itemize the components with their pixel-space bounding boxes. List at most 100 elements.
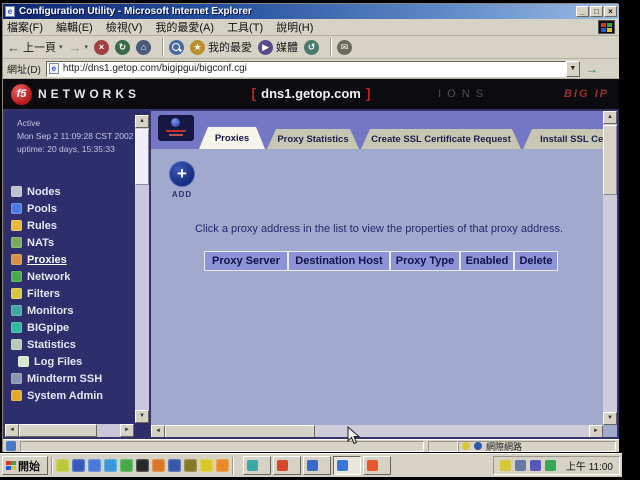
scroll-down-icon[interactable]: ▼ bbox=[603, 412, 617, 425]
scroll-up-icon[interactable]: ▲ bbox=[603, 111, 617, 124]
add-proxy-button[interactable]: + bbox=[169, 161, 195, 187]
quick-launch-icon[interactable] bbox=[104, 459, 117, 472]
sidebar-scroll-thumb[interactable] bbox=[135, 129, 149, 185]
status-bar: 網際網路 bbox=[3, 439, 619, 452]
quick-launch-icon[interactable] bbox=[72, 459, 85, 472]
sidebar-vertical-scrollbar[interactable]: ▲ ▼ bbox=[135, 115, 149, 423]
tray-icon[interactable] bbox=[515, 460, 526, 471]
stop-button[interactable]: × bbox=[94, 40, 109, 55]
history-button[interactable]: ↺ bbox=[304, 40, 319, 55]
menu-help[interactable]: 說明(H) bbox=[276, 19, 313, 35]
sidebar-item-proxies[interactable]: Proxies bbox=[11, 251, 133, 268]
menu-bar: 檔案(F) 編輯(E) 檢視(V) 我的最愛(A) 工具(T) 說明(H) bbox=[3, 19, 619, 36]
main-horizontal-scrollbar[interactable]: ◄ ► bbox=[151, 425, 603, 437]
column-delete: Delete bbox=[514, 251, 558, 271]
address-dropdown-button[interactable]: ▼ bbox=[566, 61, 580, 77]
zone-badge-icon bbox=[462, 442, 470, 450]
search-button[interactable] bbox=[169, 40, 184, 55]
address-label: 網址(D) bbox=[7, 61, 41, 76]
main-scroll-thumb[interactable] bbox=[603, 125, 617, 195]
go-icon[interactable]: → bbox=[586, 62, 598, 76]
column-destination-host: Destination Host bbox=[288, 251, 390, 271]
sidebar-item-nats[interactable]: NATs bbox=[11, 234, 133, 251]
quick-launch-icon[interactable] bbox=[184, 459, 197, 472]
back-button[interactable]: ← 上一頁 ▾ bbox=[7, 39, 63, 55]
tab-create-ssl-certificate-request[interactable]: Create SSL Certificate Request bbox=[361, 129, 521, 149]
system-admin-icon bbox=[11, 390, 22, 401]
sidebar-item-log-files[interactable]: Log Files bbox=[11, 353, 133, 370]
quick-launch-icon[interactable] bbox=[56, 459, 69, 472]
sidebar-item-bigpipe[interactable]: BIGpipe bbox=[11, 319, 133, 336]
taskbar-app-button[interactable] bbox=[363, 456, 391, 475]
quick-launch-icon[interactable] bbox=[88, 459, 101, 472]
refresh-button[interactable]: ↻ bbox=[115, 40, 130, 55]
tab-proxies[interactable]: Proxies bbox=[199, 127, 265, 149]
network-map-icon[interactable] bbox=[158, 115, 194, 141]
menu-tools[interactable]: 工具(T) bbox=[227, 19, 263, 35]
filters-icon bbox=[11, 288, 22, 299]
sidebar-horizontal-scrollbar[interactable]: ◄ ► bbox=[5, 424, 134, 437]
sidebar-item-mindterm-ssh[interactable]: Mindterm SSH bbox=[11, 370, 133, 387]
taskbar-app-button[interactable] bbox=[243, 456, 271, 475]
forward-dropdown-icon[interactable]: ▾ bbox=[85, 43, 89, 51]
quick-launch-bar bbox=[56, 459, 229, 472]
sidebar-item-system-admin[interactable]: System Admin bbox=[11, 387, 133, 404]
zone-label: 網際網路 bbox=[486, 440, 522, 453]
taskbar-app-button-active[interactable] bbox=[333, 456, 361, 475]
favorites-button[interactable]: ★ 我的最愛 bbox=[190, 39, 252, 55]
history-icon: ↺ bbox=[304, 40, 319, 55]
scroll-down-icon[interactable]: ▼ bbox=[135, 410, 149, 423]
menu-file[interactable]: 檔案(F) bbox=[7, 19, 43, 35]
quick-launch-icon[interactable] bbox=[216, 459, 229, 472]
quick-launch-icon[interactable] bbox=[200, 459, 213, 472]
app-icon bbox=[367, 460, 378, 471]
home-button[interactable]: ⌂ bbox=[136, 40, 151, 55]
scroll-right-icon[interactable]: ► bbox=[120, 424, 134, 437]
forward-button[interactable]: → ▾ bbox=[69, 40, 89, 55]
hostname: dns1.getop.com bbox=[261, 86, 361, 101]
start-button[interactable]: 開始 bbox=[2, 456, 48, 475]
taskbar-app-button[interactable] bbox=[273, 456, 301, 475]
sidebar-hscroll-thumb[interactable] bbox=[19, 424, 97, 437]
quick-launch-icon[interactable] bbox=[152, 459, 165, 472]
sidebar-item-statistics[interactable]: Statistics bbox=[11, 336, 133, 353]
refresh-icon: ↻ bbox=[115, 40, 130, 55]
sidebar-item-monitors[interactable]: Monitors bbox=[11, 302, 133, 319]
sidebar-item-network[interactable]: Network bbox=[11, 268, 133, 285]
media-button[interactable]: ▶ 媒體 bbox=[258, 39, 298, 55]
main-frame: Proxies Proxy Statistics Create SSL Cert… bbox=[151, 111, 617, 437]
taskbar-app-button[interactable] bbox=[303, 456, 331, 475]
sidebar-item-rules[interactable]: Rules bbox=[11, 217, 133, 234]
menu-view[interactable]: 檢視(V) bbox=[106, 19, 143, 35]
quick-launch-icon[interactable] bbox=[120, 459, 133, 472]
title-bar: e Configuration Utility - Microsoft Inte… bbox=[3, 4, 619, 19]
quick-launch-icon[interactable] bbox=[136, 459, 149, 472]
tray-icon[interactable] bbox=[545, 460, 556, 471]
sidebar-item-nodes[interactable]: Nodes bbox=[11, 183, 133, 200]
scroll-up-icon[interactable]: ▲ bbox=[135, 115, 149, 128]
tray-icon[interactable] bbox=[500, 460, 511, 471]
quick-launch-icon[interactable] bbox=[168, 459, 181, 472]
maximize-button[interactable]: □ bbox=[590, 6, 603, 17]
address-input[interactable]: e http://dns1.getop.com/bigipgui/bigconf… bbox=[46, 61, 566, 77]
mail-button[interactable]: ✉ bbox=[337, 40, 352, 55]
back-dropdown-icon[interactable]: ▾ bbox=[59, 43, 63, 51]
media-icon: ▶ bbox=[258, 40, 273, 55]
scroll-right-icon[interactable]: ► bbox=[589, 425, 603, 437]
status-message-panel bbox=[20, 441, 424, 452]
scroll-left-icon[interactable]: ◄ bbox=[151, 425, 165, 437]
close-button[interactable]: × bbox=[604, 6, 617, 17]
sidebar-item-pools[interactable]: Pools bbox=[11, 200, 133, 217]
tray-icon[interactable] bbox=[530, 460, 541, 471]
main-hscroll-thumb[interactable] bbox=[165, 425, 315, 437]
plus-icon: + bbox=[177, 164, 187, 184]
menu-edit[interactable]: 編輯(E) bbox=[56, 19, 93, 35]
window-title: Configuration Utility - Microsoft Intern… bbox=[19, 6, 252, 17]
app-icon bbox=[307, 460, 318, 471]
scroll-left-icon[interactable]: ◄ bbox=[5, 424, 19, 437]
main-vertical-scrollbar[interactable]: ▲ ▼ bbox=[603, 111, 617, 425]
menu-favorites[interactable]: 我的最愛(A) bbox=[155, 19, 214, 35]
tab-proxy-statistics[interactable]: Proxy Statistics bbox=[267, 129, 359, 149]
minimize-button[interactable]: _ bbox=[576, 6, 589, 17]
sidebar-item-filters[interactable]: Filters bbox=[11, 285, 133, 302]
